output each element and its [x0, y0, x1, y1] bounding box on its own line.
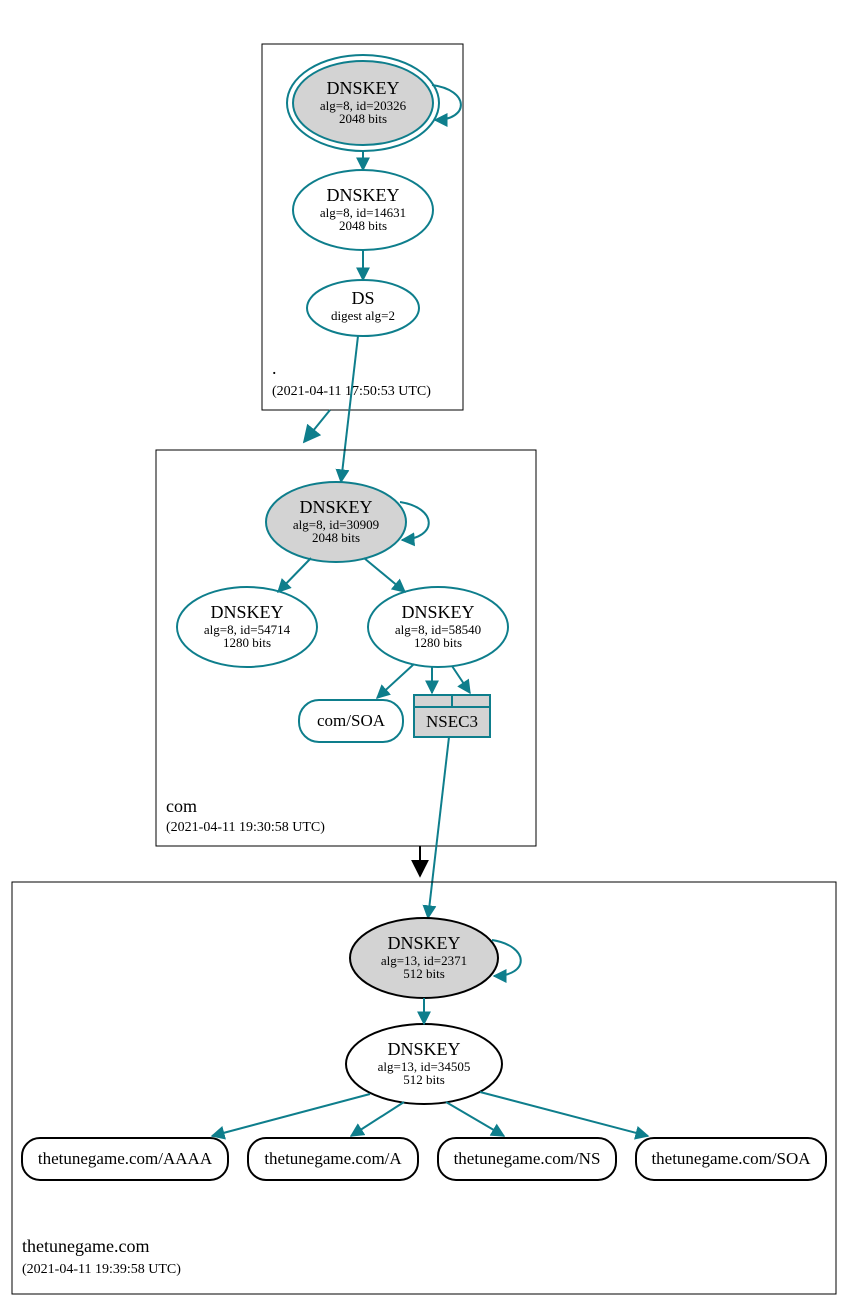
zone-com-timestamp: (2021-04-11 19:30:58 UTC)	[166, 820, 325, 835]
svg-text:NSEC3: NSEC3	[426, 712, 478, 731]
edge-zsk-ns	[446, 1102, 504, 1136]
zone-leaf-label: thetunegame.com	[22, 1236, 149, 1256]
svg-text:DNSKEY: DNSKEY	[387, 1039, 460, 1059]
svg-text:DNSKEY: DNSKEY	[210, 602, 283, 622]
svg-text:DNSKEY: DNSKEY	[326, 185, 399, 205]
svg-text:2048 bits: 2048 bits	[339, 111, 387, 126]
svg-text:DNSKEY: DNSKEY	[401, 602, 474, 622]
svg-text:DNSKEY: DNSKEY	[299, 497, 372, 517]
node-com-nsec3: NSEC3	[414, 695, 490, 737]
node-root-ds: DS digest alg=2	[307, 280, 419, 336]
edge-zsk2-nsec3b	[452, 666, 470, 693]
zone-com-label: com	[166, 796, 197, 816]
svg-text:512 bits: 512 bits	[403, 1072, 445, 1087]
node-leaf-ksk: DNSKEY alg=13, id=2371 512 bits	[350, 918, 498, 998]
zone-root: . (2021-04-11 17:50:53 UTC) DNSKEY alg=8…	[262, 44, 463, 410]
edge-comksk-zsk1	[278, 558, 311, 592]
node-com-zsk1: DNSKEY alg=8, id=54714 1280 bits	[177, 587, 317, 667]
svg-text:1280 bits: 1280 bits	[414, 635, 462, 650]
svg-text:thetunegame.com/SOA: thetunegame.com/SOA	[651, 1149, 811, 1168]
edge-nsec3-leafksk	[428, 737, 449, 918]
svg-text:thetunegame.com/AAAA: thetunegame.com/AAAA	[38, 1149, 213, 1168]
node-leaf-aaaa: thetunegame.com/AAAA	[22, 1138, 228, 1180]
node-leaf-zsk: DNSKEY alg=13, id=34505 512 bits	[346, 1024, 502, 1104]
edge-zsk-a	[351, 1102, 404, 1136]
zone-com: com (2021-04-11 19:30:58 UTC) DNSKEY alg…	[156, 450, 536, 846]
svg-text:512 bits: 512 bits	[403, 966, 445, 981]
node-root-ksk: DNSKEY alg=8, id=20326 2048 bits	[287, 55, 439, 151]
edge-zsk-soa	[480, 1092, 648, 1136]
svg-text:2048 bits: 2048 bits	[312, 530, 360, 545]
svg-text:2048 bits: 2048 bits	[339, 218, 387, 233]
node-root-zsk: DNSKEY alg=8, id=14631 2048 bits	[293, 170, 433, 250]
svg-text:thetunegame.com/NS: thetunegame.com/NS	[454, 1149, 601, 1168]
zone-leaf-timestamp: (2021-04-11 19:39:58 UTC)	[22, 1262, 181, 1277]
node-com-zsk2: DNSKEY alg=8, id=58540 1280 bits	[368, 587, 508, 667]
svg-text:DS: DS	[351, 288, 374, 308]
node-leaf-ns: thetunegame.com/NS	[438, 1138, 616, 1180]
zone-leaf: thetunegame.com (2021-04-11 19:39:58 UTC…	[12, 882, 836, 1294]
svg-text:thetunegame.com/A: thetunegame.com/A	[264, 1149, 402, 1168]
svg-text:com/SOA: com/SOA	[317, 711, 386, 730]
node-com-ksk: DNSKEY alg=8, id=30909 2048 bits	[266, 482, 406, 562]
zone-root-label: .	[272, 358, 277, 378]
node-leaf-soa: thetunegame.com/SOA	[636, 1138, 826, 1180]
edge-zsk-aaaa	[212, 1094, 370, 1136]
node-com-soa: com/SOA	[299, 700, 403, 742]
edge-root-to-com	[304, 410, 330, 442]
svg-text:DNSKEY: DNSKEY	[326, 78, 399, 98]
svg-text:DNSKEY: DNSKEY	[387, 933, 460, 953]
edge-ds-to-comksk	[341, 336, 358, 482]
svg-text:digest alg=2: digest alg=2	[331, 308, 395, 323]
edge-zsk2-soa	[377, 664, 414, 698]
node-leaf-a: thetunegame.com/A	[248, 1138, 418, 1180]
edge-comksk-zsk2	[364, 558, 405, 592]
svg-text:1280 bits: 1280 bits	[223, 635, 271, 650]
